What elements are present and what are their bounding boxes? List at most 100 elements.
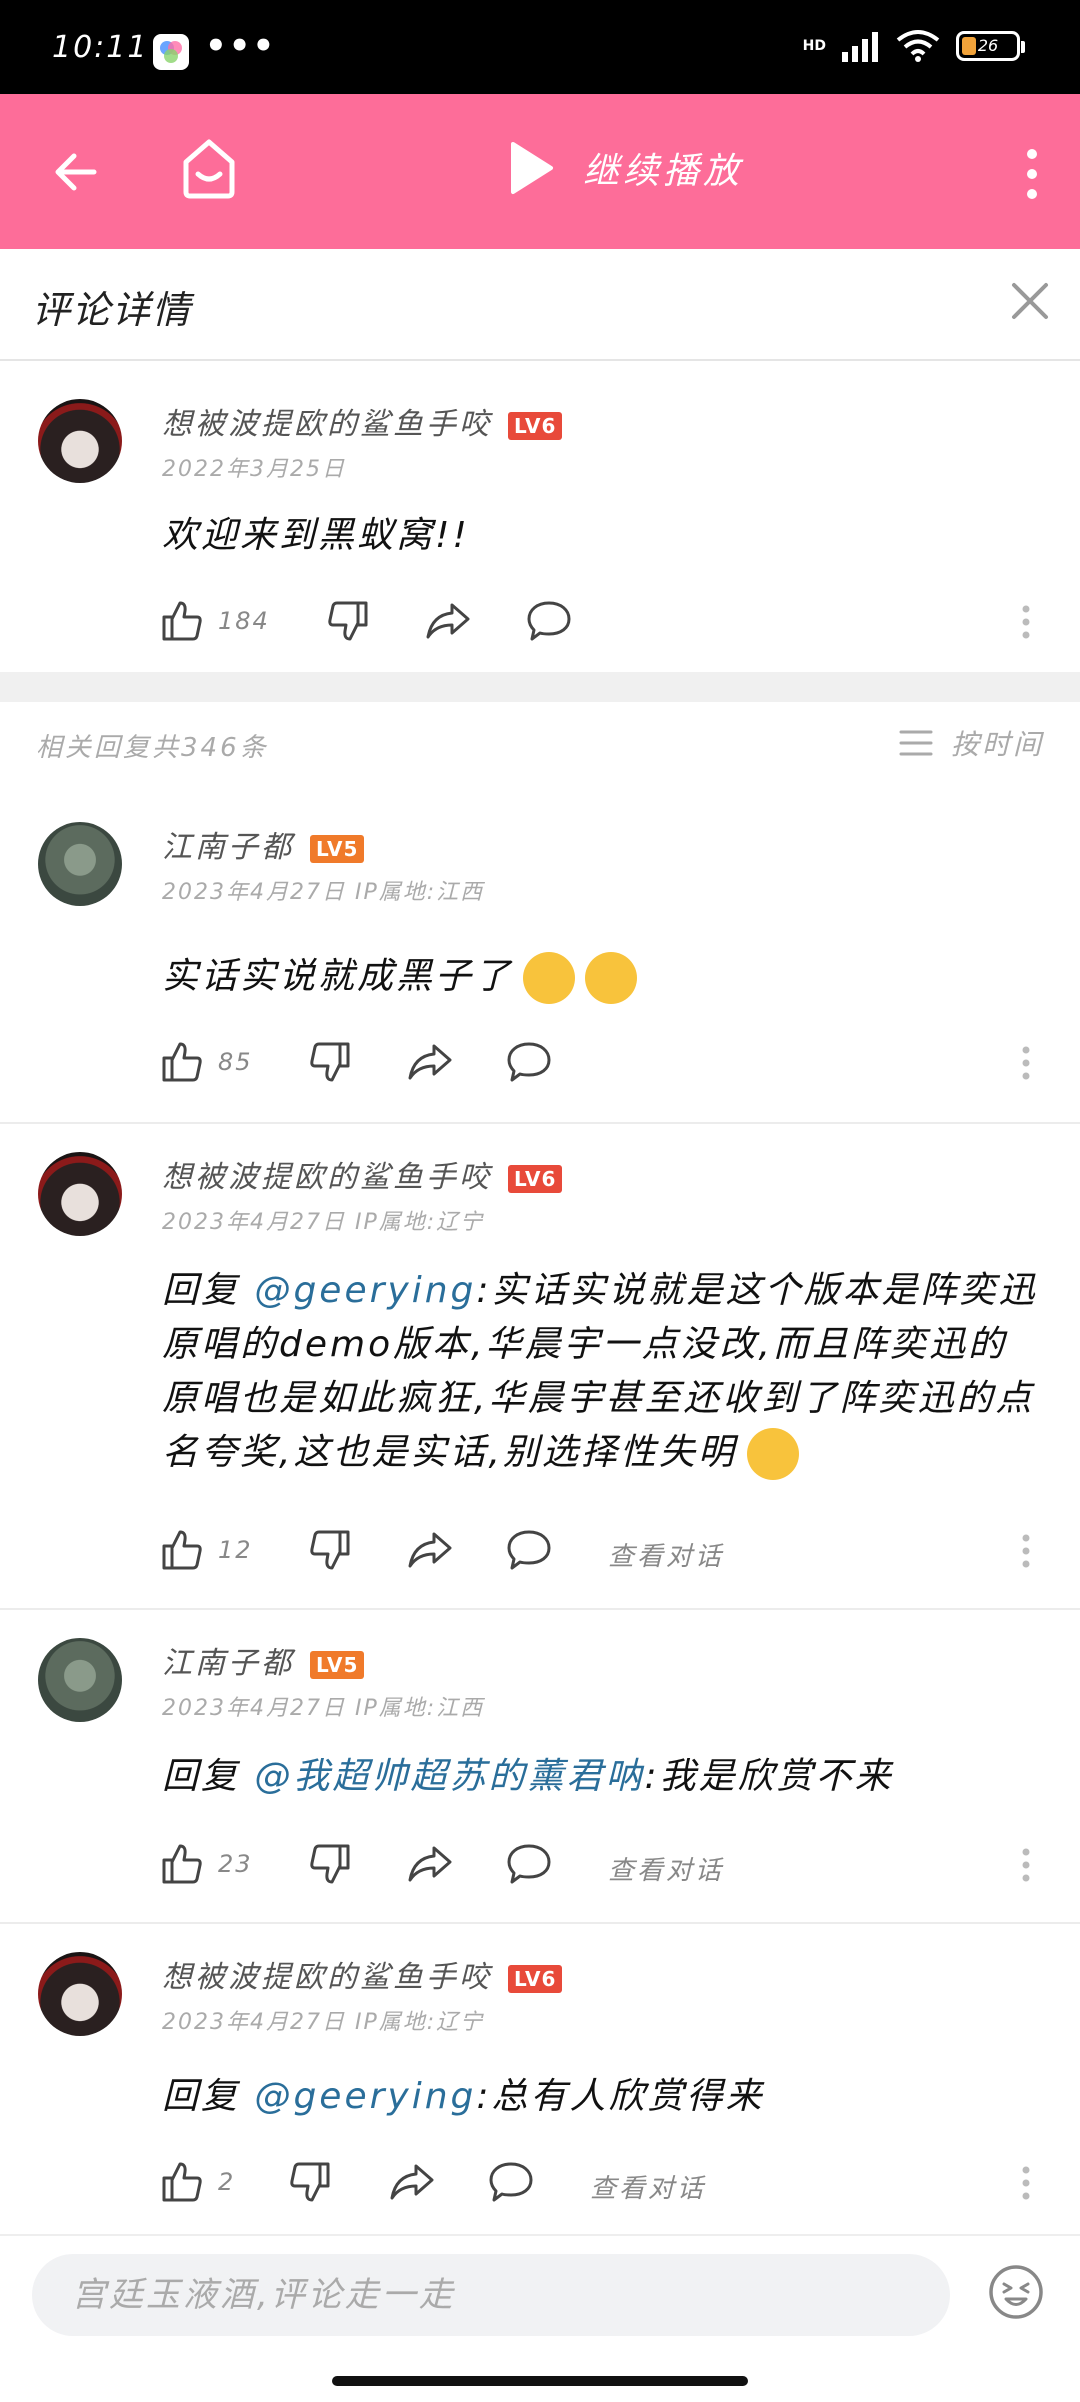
share-icon [426, 603, 470, 639]
huffing-emoji-icon [585, 952, 638, 1004]
reply-actions: 2 查看对话 [160, 2160, 1060, 2210]
reply-button[interactable] [506, 1040, 552, 1084]
more-options-icon[interactable] [1022, 605, 1030, 643]
thumbs-up-icon [162, 1844, 202, 1884]
wifi-icon [896, 30, 940, 62]
like-button[interactable]: 85 [160, 1040, 253, 1084]
play-icon [511, 142, 553, 194]
reply-username[interactable]: 想被波提欧的鲨鱼手咬 LV6 [162, 1952, 563, 1996]
like-count: 85 [218, 1048, 253, 1076]
continue-play-button[interactable]: 继续播放 [505, 140, 743, 196]
comment-input[interactable]: 宫廷玉液酒,评论走一走 [32, 2254, 950, 2336]
dislike-button[interactable] [308, 1528, 352, 1572]
detail-header: 评论详情 [0, 249, 1080, 361]
more-options-icon[interactable] [1022, 1534, 1030, 1572]
comment-bubble-icon [527, 601, 571, 641]
status-overflow-icon: ••• [205, 26, 277, 66]
home-indicator[interactable] [332, 2376, 748, 2386]
more-options-icon[interactable] [1022, 2166, 1030, 2204]
reply-button[interactable] [526, 599, 572, 643]
avatar[interactable] [38, 1952, 122, 2036]
home-icon[interactable] [178, 136, 240, 204]
like-button[interactable]: 184 [160, 599, 270, 643]
reply-text: 回复 @geerying:实话实说就是这个版本是阵奕迅原唱的demo版本,华晨宇… [162, 1264, 1042, 1480]
mention-link[interactable]: @geerying [254, 1270, 476, 1311]
continue-play-label: 继续播放 [583, 151, 744, 192]
reply-actions: 12 查看对话 [160, 1528, 1060, 1578]
app-bar: 继续播放 [0, 94, 1080, 249]
like-count: 184 [218, 607, 270, 635]
list-sort-icon [899, 730, 933, 756]
share-button[interactable] [406, 1528, 454, 1572]
comment-input-bar: 宫廷玉液酒,评论走一走 [0, 2234, 1080, 2402]
emoji-picker-icon[interactable] [988, 2264, 1044, 2324]
avatar[interactable] [38, 399, 122, 483]
reply-actions: 85 [160, 1040, 1060, 1090]
avatar[interactable] [38, 1638, 122, 1722]
reply-item: 想被波提欧的鲨鱼手咬 LV6 2023年4月27日 IP属地:辽宁 回复 @gee… [0, 1924, 1080, 2232]
mention-link[interactable]: @我超帅超苏的薰君呐 [254, 1756, 644, 1797]
sort-button[interactable]: 按时间 [899, 723, 1044, 763]
page-title: 评论详情 [32, 288, 193, 332]
share-icon [408, 1846, 452, 1882]
sort-label: 按时间 [950, 728, 1044, 761]
more-vertical-icon[interactable] [1024, 146, 1040, 206]
network-type-label: HD [802, 38, 826, 54]
reply-username[interactable]: 江南子都 LV5 [162, 822, 365, 866]
reply-text: 回复 @geerying:总有人欣赏得来 [162, 2076, 765, 2117]
thumbs-up-icon [162, 2162, 202, 2202]
view-conversation-link[interactable]: 查看对话 [608, 1850, 724, 1887]
comment-text: 欢迎来到黑蚁窝!! [162, 515, 470, 556]
reply-button[interactable] [506, 1842, 552, 1886]
view-conversation-link[interactable]: 查看对话 [608, 1536, 724, 1573]
reply-button[interactable] [488, 2160, 534, 2204]
share-button[interactable] [388, 2160, 436, 2204]
comment-bubble-icon [507, 1042, 551, 1082]
reply-item: 江南子都 LV5 2023年4月27日 IP属地:江西 回复 @我超帅超苏的薰君呐… [0, 1610, 1080, 1922]
share-button[interactable] [406, 1040, 454, 1084]
comment-date: 2022年3月25日 [162, 457, 346, 482]
dislike-button[interactable] [308, 1040, 352, 1084]
status-bar: 10:11 ••• HD 26 [0, 0, 1080, 94]
main-comment: 想被波提欧的鲨鱼手咬 LV6 2022年3月25日 欢迎来到黑蚁窝!! 184 [0, 359, 1080, 669]
avatar[interactable] [38, 1152, 122, 1236]
share-button[interactable] [406, 1842, 454, 1886]
comment-actions: 184 [160, 599, 1060, 649]
thumbs-down-icon [328, 601, 368, 641]
comment-username[interactable]: 想被波提欧的鲨鱼手咬 LV6 [162, 399, 563, 443]
dislike-button[interactable] [308, 1842, 352, 1886]
signal-icon [842, 32, 878, 62]
more-options-icon[interactable] [1022, 1046, 1030, 1084]
reply-meta: 2023年4月27日 IP属地:江西 [162, 880, 485, 905]
reply-text: 实话实说就成黑子了 [162, 950, 1042, 1004]
status-time: 10:11 [52, 30, 149, 65]
share-icon [390, 2164, 434, 2200]
level-badge: LV5 [310, 1650, 365, 1679]
comment-bubble-icon [507, 1844, 551, 1884]
like-button[interactable]: 23 [160, 1842, 253, 1886]
more-options-icon[interactable] [1022, 1848, 1030, 1886]
like-count: 2 [218, 2168, 236, 2196]
like-count: 23 [218, 1850, 253, 1878]
view-conversation-link[interactable]: 查看对话 [590, 2168, 706, 2205]
share-button[interactable] [424, 599, 472, 643]
level-badge: LV6 [508, 1164, 563, 1193]
dislike-button[interactable] [326, 599, 370, 643]
like-button[interactable]: 2 [160, 2160, 235, 2204]
dislike-button[interactable] [288, 2160, 332, 2204]
like-count: 12 [218, 1536, 253, 1564]
reply-item: 江南子都 LV5 2023年4月27日 IP属地:江西 实话实说就成黑子了 85 [0, 790, 1080, 1120]
avatar[interactable] [38, 822, 122, 906]
section-divider [0, 672, 1080, 702]
back-arrow-icon[interactable] [50, 144, 106, 204]
reply-username[interactable]: 想被波提欧的鲨鱼手咬 LV6 [162, 1152, 563, 1196]
reply-meta: 2023年4月27日 IP属地:辽宁 [162, 1210, 485, 1235]
thumbs-down-icon [310, 1844, 350, 1884]
close-icon[interactable] [1006, 277, 1054, 329]
mention-link[interactable]: @geerying [254, 2076, 476, 2117]
reply-button[interactable] [506, 1528, 552, 1572]
thumbs-up-icon [162, 1042, 202, 1082]
reply-actions: 23 查看对话 [160, 1842, 1060, 1892]
like-button[interactable]: 12 [160, 1528, 253, 1572]
reply-username[interactable]: 江南子都 LV5 [162, 1638, 365, 1682]
